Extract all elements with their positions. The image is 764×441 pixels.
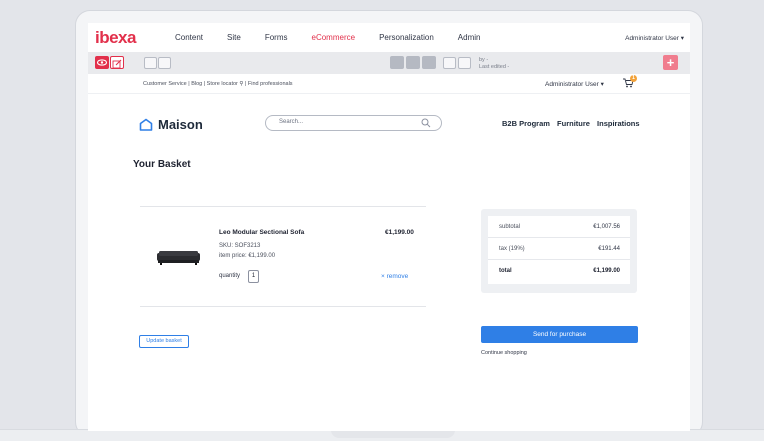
nav-furniture[interactable]: Furniture [557, 119, 590, 128]
quantity-input[interactable]: 1 [248, 270, 259, 283]
item-name[interactable]: Leo Modular Sectional Sofa [219, 229, 304, 236]
total-label: total [499, 268, 512, 274]
admin-nav-admin[interactable]: Admin [458, 33, 481, 42]
order-summary: subtotal €1,007.56 tax (19%) €191.44 tot… [481, 209, 637, 293]
subtotal-value: €1,007.56 [593, 224, 620, 230]
shop-nav: B2B Program Furniture Inspirations [502, 119, 645, 128]
shop-header: Maison Search... B2B Program Furniture I… [88, 94, 690, 134]
preview-eye-button[interactable] [95, 56, 109, 69]
meta-by: by - [479, 57, 489, 63]
search-input[interactable]: Search... [265, 115, 442, 131]
admin-nav-personalization[interactable]: Personalization [379, 33, 434, 42]
sofa-product-image[interactable] [156, 250, 201, 266]
summary-table: subtotal €1,007.56 tax (19%) €191.44 tot… [488, 216, 630, 284]
fullscreen-toggle-button[interactable] [458, 57, 471, 69]
tax-value: €191.44 [598, 246, 620, 252]
tablet-view-icon[interactable] [406, 56, 420, 69]
cart-count-badge: 1 [630, 75, 637, 82]
house-icon [139, 118, 153, 131]
brand-name: Maison [158, 117, 203, 132]
admin-nav-site[interactable]: Site [227, 33, 241, 42]
update-basket-button[interactable]: Update basket [139, 335, 189, 348]
admin-top-bar: ibexa Content Site Forms eCommerce Perso… [88, 23, 690, 52]
version-meta: by - Last edited - [479, 57, 509, 71]
eye-icon [96, 59, 108, 66]
admin-user-menu[interactable]: Administrator User ▾ [625, 34, 684, 42]
item-divider-top [140, 206, 426, 207]
ibexa-logo[interactable]: ibexa [95, 29, 149, 46]
edit-mode-button[interactable] [110, 56, 124, 69]
ratio-toggle-button[interactable] [443, 57, 456, 69]
subtotal-label: subtotal [499, 224, 521, 230]
admin-nav-ecommerce[interactable]: eCommerce [312, 33, 356, 42]
admin-nav: Content Site Forms eCommerce Personaliza… [175, 33, 504, 42]
mobile-view-icon[interactable] [422, 56, 436, 69]
screen: ibexa Content Site Forms eCommerce Perso… [88, 23, 690, 431]
item-total-price: €1,199.00 [385, 229, 414, 236]
item-sku: SKU: SOF3213 [219, 243, 261, 249]
item-divider-bottom [140, 306, 426, 307]
summary-row-tax: tax (19%) €191.44 [488, 238, 630, 260]
plus-icon: + [666, 55, 675, 70]
continue-shopping-link[interactable]: Continue shopping [481, 350, 527, 356]
quantity-label: quantity [219, 273, 241, 279]
shop-utility-bar: Customer Service | Blog | Store locator … [88, 74, 690, 94]
shop-user-menu[interactable]: Administrator User ▾ [545, 80, 604, 88]
remove-item-button[interactable]: × remove [381, 273, 408, 280]
layout-toggle-button[interactable] [144, 57, 157, 69]
summary-row-total: total €1,199.00 [488, 260, 630, 282]
search-icon[interactable] [421, 118, 431, 128]
nav-b2b-program[interactable]: B2B Program [502, 119, 550, 128]
tax-label: tax (19%) [499, 246, 525, 252]
utility-links[interactable]: Customer Service | Blog | Store locator … [143, 81, 293, 87]
total-value: €1,199.00 [593, 268, 620, 274]
admin-nav-content[interactable]: Content [175, 33, 203, 42]
search-placeholder: Search... [279, 119, 304, 125]
editor-toolbar: by - Last edited - + [88, 52, 690, 74]
admin-nav-forms[interactable]: Forms [265, 33, 288, 42]
send-for-purchase-button[interactable]: Send for purchase [481, 326, 638, 343]
structure-toggle-button[interactable] [158, 57, 171, 69]
page-title: Your Basket [133, 159, 191, 170]
item-unit-price: item price: €1,199.00 [219, 253, 276, 259]
desktop-view-icon[interactable] [390, 56, 404, 69]
brand-logo[interactable]: Maison [139, 117, 203, 132]
summary-row-subtotal: subtotal €1,007.56 [488, 216, 630, 238]
nav-inspirations[interactable]: Inspirations [597, 119, 640, 128]
add-block-button[interactable]: + [663, 55, 678, 70]
pencil-icon [112, 59, 122, 69]
meta-last-edited: Last edited - [479, 64, 510, 70]
